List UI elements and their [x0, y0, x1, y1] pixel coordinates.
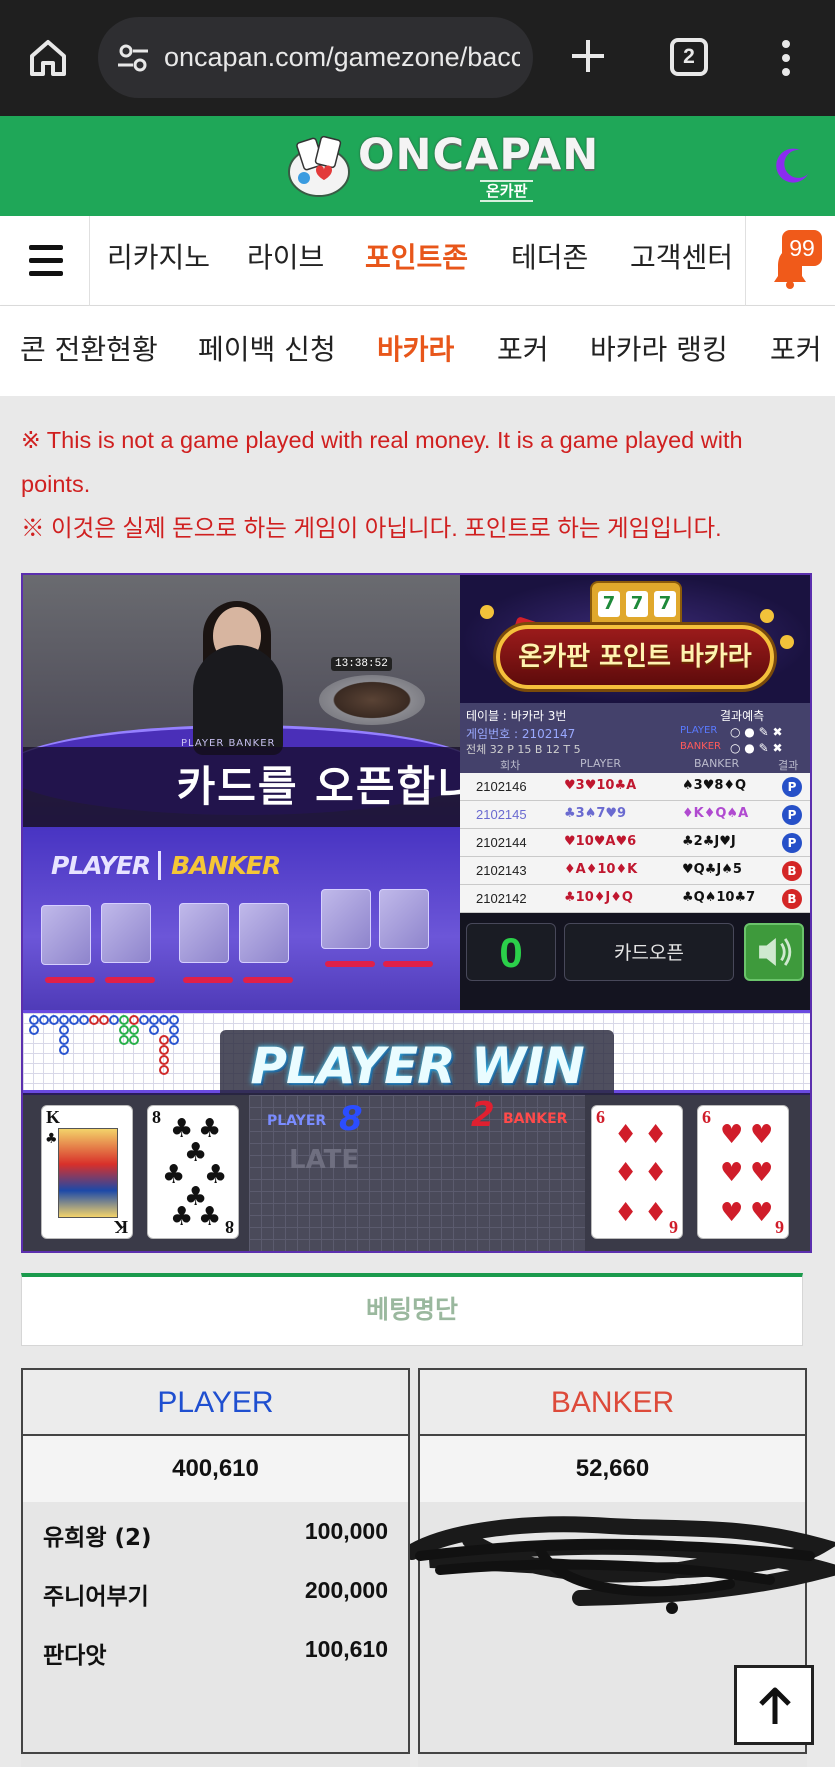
player-card-slot	[239, 903, 289, 963]
site-header: ONCAPAN 온카판	[0, 116, 835, 216]
notification-badge: 99	[782, 230, 822, 266]
banker-score: 2	[471, 1095, 495, 1135]
table-name: 테이블 : 바카라 3번	[466, 709, 567, 723]
redaction-scribble	[410, 1516, 835, 1614]
banker-card-2: 6 ♥ ♥ ♥ ♥ ♥ ♥ 6	[697, 1105, 789, 1239]
baccarat-game-frame[interactable]: 13:38:52 PLAYER BANKER 카드를 오픈합니다. PLAYER…	[21, 573, 812, 1253]
banker-column-header: BANKER	[420, 1370, 805, 1436]
scroll-to-top-button[interactable]	[734, 1665, 814, 1745]
promo-title: 온카판 포인트 바카라	[518, 642, 752, 672]
banker-card-1: 6 ♦ ♦ ♦ ♦ ♦ ♦ 6	[591, 1105, 683, 1239]
player-banker-label: PLAYER BANKER	[51, 851, 281, 880]
nav-item-pointzone[interactable]: 포인트존	[365, 238, 468, 278]
card-open-message: 카드를 오픈합니다.	[23, 747, 534, 827]
prediction-icons-banker[interactable]: ○ ● ✎ ✖	[730, 741, 783, 755]
player-total: 400,610	[23, 1436, 408, 1502]
history-row: 2102143 ♦A♦10♦K ♥Q♣J♠5 B	[460, 857, 810, 885]
player-card-slot	[179, 903, 229, 963]
player-score: 8	[339, 1099, 363, 1139]
nav-item-tetherzone[interactable]: 테더존	[511, 238, 588, 278]
logo-text: ONCAPAN	[358, 130, 600, 180]
site-settings-icon[interactable]	[116, 41, 150, 75]
betting-list-title: 베팅명단	[21, 1273, 803, 1346]
stats-text: 전체 32 P 15 B 12 T 5	[466, 743, 581, 756]
player-score-label: PLAYER	[267, 1113, 327, 1129]
game-controls: 0 카드오픈	[460, 913, 810, 1010]
table-player-label: PLAYER	[51, 851, 151, 880]
history-header-round: 회차	[500, 759, 521, 772]
dark-mode-moon-icon[interactable]	[770, 144, 812, 186]
player-card-slot	[41, 905, 91, 965]
banker-card-slot	[379, 889, 429, 949]
player-card-2: 8 ♣ ♣ ♣ ♣ ♣ ♣ ♣ ♣ 8	[147, 1105, 239, 1239]
logo-mascot-icon	[288, 135, 350, 197]
nav-item-casino[interactable]: 리카지노	[107, 238, 210, 278]
more-menu-icon[interactable]	[776, 36, 796, 80]
history-row: 2102146 ♥3♥10♣A ♠3♥8♦Q P	[460, 773, 810, 801]
history-row: 2102145 ♣3♠7♥9 ♦K♦Q♠A P	[460, 801, 810, 829]
player-card-1: K ♣ K	[41, 1105, 133, 1239]
card-table: PLAYER BANKER	[23, 827, 460, 1010]
dealt-cards: LATE K ♣ K 8 ♣ ♣ ♣ ♣ ♣ ♣ ♣ ♣ 8 PLAYER 8 …	[23, 1095, 810, 1251]
video-clock: 13:38:52	[331, 657, 392, 671]
player-bets-column: PLAYER 400,610 유희왕 (2) 100,000 주니어부기 200,0…	[21, 1368, 410, 1767]
history-row: 2102144 ♥10♥A♥6 ♣2♣J♥J P	[460, 829, 810, 857]
subnav-item-payback[interactable]: 페이백 신청	[198, 330, 336, 370]
arrow-up-icon	[759, 1687, 791, 1724]
bet-row: 주니어부기 200,000	[43, 1577, 388, 1610]
subnav-item-poker[interactable]: 포커	[497, 330, 549, 370]
player-win-banner: PLAYER WIN	[220, 1030, 614, 1102]
game-number: 게임번호 : 2102147	[466, 727, 576, 741]
url-text: oncapan.com/gamezone/bacc	[164, 42, 520, 72]
banker-card-slot	[321, 889, 371, 949]
prediction-banker: BANKER	[680, 741, 722, 752]
hamburger-menu-icon[interactable]	[0, 216, 90, 306]
browser-toolbar: oncapan.com/gamezone/bacc 2	[0, 0, 835, 116]
history-header-banker: BANKER	[694, 757, 740, 770]
prediction-icons[interactable]: ○ ● ✎ ✖	[730, 725, 783, 739]
bet-row: 판다앗 100,610	[43, 1636, 388, 1669]
tab-switcher-button[interactable]: 2	[670, 38, 708, 76]
notice-korean: ※ 이것은 실제 돈으로 하는 게임이 아닙니다. 포인트로 하는 게임입니다.	[21, 515, 722, 541]
main-nav-scroll[interactable]: 리카지노 라이브 포인트존 테더존 고객센터	[91, 216, 745, 306]
history-header-result: 결과	[778, 759, 799, 772]
countdown-display: 0	[466, 923, 556, 981]
banker-score-label: BANKER	[503, 1111, 568, 1127]
home-icon[interactable]	[24, 34, 72, 82]
subnav-item-poker-2[interactable]: 포커	[770, 330, 822, 370]
sound-toggle-button[interactable]	[744, 923, 804, 981]
promo-banner: 777 온카판 포인트 바카라	[460, 575, 810, 703]
main-navigation: 리카지노 라이브 포인트존 테더존 고객센터 99	[0, 216, 835, 306]
subnav-item-baccarat-ranking[interactable]: 바카라 랭킹	[590, 330, 728, 370]
speaker-icon	[759, 938, 792, 966]
bet-row: 유희왕 (2) 100,000	[43, 1518, 388, 1551]
new-tab-icon[interactable]	[566, 34, 610, 78]
table-watermark: LATE	[289, 1145, 360, 1175]
address-bar[interactable]: oncapan.com/gamezone/bacc	[98, 17, 533, 98]
player-card-slot	[101, 903, 151, 963]
nav-item-support[interactable]: 고객센터	[630, 238, 733, 278]
card-open-button[interactable]: 카드오픈	[564, 923, 734, 981]
history-scoreboard: 테이블 : 바카라 3번 결과예측 게임번호 : 2102147 PLAYER …	[460, 703, 810, 913]
nav-item-live[interactable]: 라이브	[247, 238, 324, 278]
subnav-item-baccarat[interactable]: 바카라	[377, 330, 454, 370]
history-row: 2102142 ♣10♦J♦Q ♣Q♠10♣7 B	[460, 885, 810, 913]
notice-english: ※ This is not a game played with real mo…	[21, 427, 743, 497]
prediction-player: PLAYER	[680, 725, 718, 736]
site-logo[interactable]: ONCAPAN 온카판	[284, 130, 598, 204]
player-column-header: PLAYER	[23, 1370, 408, 1436]
sub-navigation: 콘 전환현황 페이백 신청 바카라 포커 바카라 랭킹 포커	[0, 306, 835, 396]
logo-subtext: 온카판	[480, 180, 534, 202]
prediction-label: 결과예측	[720, 709, 765, 723]
table-banker-label: BANKER	[158, 851, 281, 880]
history-header-player: PLAYER	[580, 757, 621, 770]
subnav-item-conversion[interactable]: 콘 전환현황	[20, 330, 158, 370]
notifications-button[interactable]: 99	[745, 216, 835, 306]
